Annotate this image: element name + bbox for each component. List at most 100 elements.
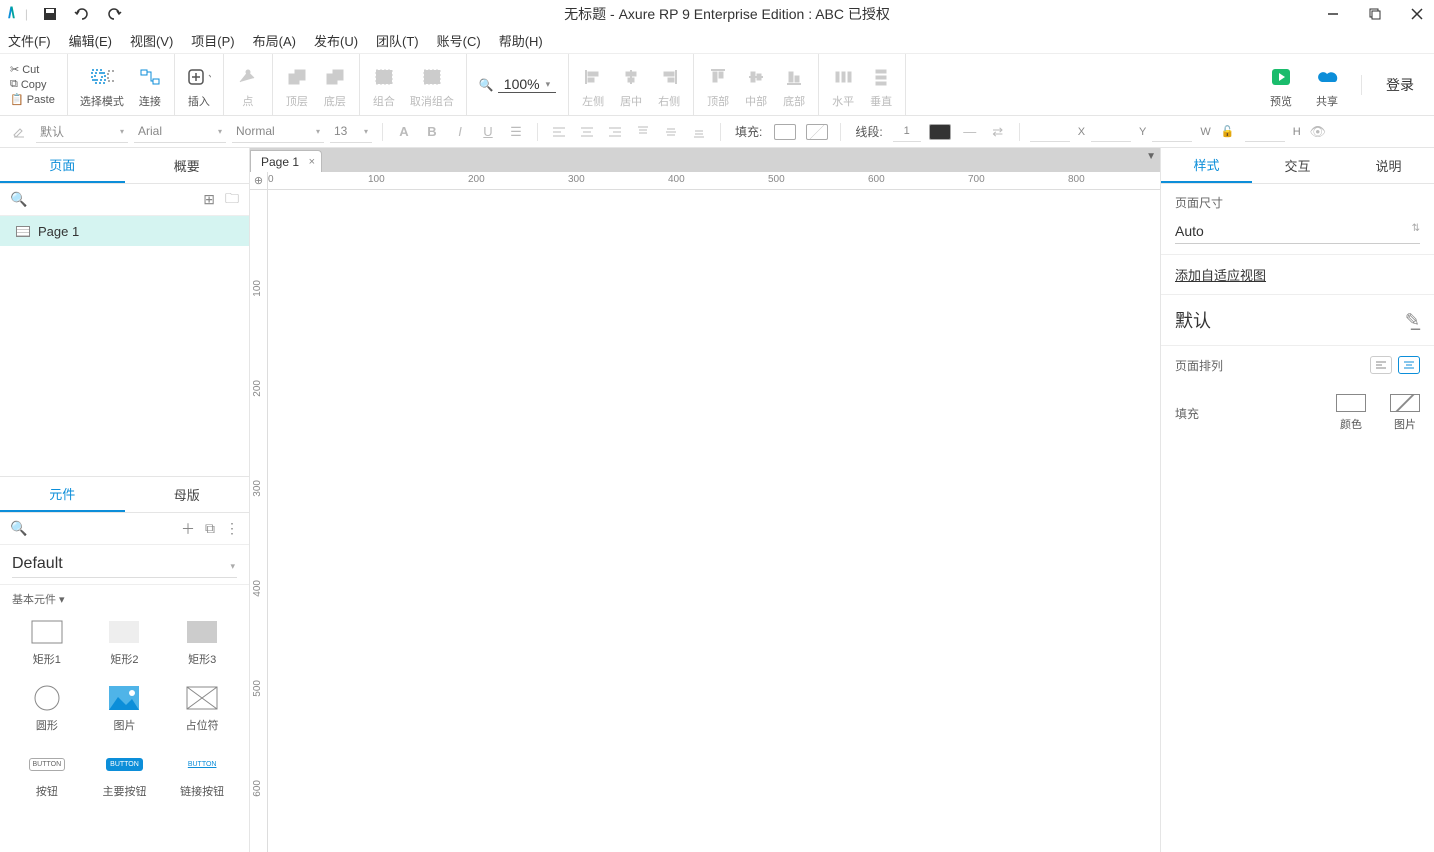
- style-preset-select[interactable]: 默认: [36, 121, 128, 143]
- font-size-select[interactable]: 13: [330, 121, 372, 143]
- font-family-select[interactable]: Arial: [134, 121, 226, 143]
- page-size-select[interactable]: Auto: [1175, 219, 1420, 244]
- widget-rect3[interactable]: 矩形3: [167, 619, 237, 667]
- connect-label: 连接: [139, 93, 161, 109]
- menu-file[interactable]: 文件(F): [8, 31, 51, 50]
- menu-project[interactable]: 项目(P): [191, 31, 234, 50]
- page-item[interactable]: Page 1: [0, 216, 249, 246]
- y-input[interactable]: [1091, 122, 1131, 142]
- tab-notes[interactable]: 说明: [1343, 148, 1434, 183]
- cloud-icon: [1315, 65, 1339, 89]
- close-tab-icon[interactable]: ×: [309, 156, 315, 168]
- align-text-center-icon[interactable]: [576, 121, 598, 143]
- lock-aspect-icon[interactable]: 🔓: [1217, 121, 1239, 143]
- bullets-icon[interactable]: ☰: [505, 121, 527, 143]
- search-icon[interactable]: 🔍: [10, 191, 27, 208]
- menu-view[interactable]: 视图(V): [130, 31, 173, 50]
- edit-style-icon[interactable]: ✎̲: [1405, 310, 1420, 331]
- tab-interactions[interactable]: 交互: [1252, 148, 1343, 183]
- align-center-label: 居中: [620, 93, 642, 109]
- line-style-icon[interactable]: —: [959, 121, 981, 143]
- tab-pages[interactable]: 页面: [0, 148, 125, 183]
- preview-button[interactable]: 预览: [1269, 65, 1293, 109]
- close-icon[interactable]: [1408, 5, 1426, 23]
- more-icon[interactable]: ⋮: [225, 520, 239, 537]
- font-weight-select[interactable]: Normal: [232, 121, 324, 143]
- login-button[interactable]: 登录: [1361, 75, 1414, 95]
- widget-placeholder[interactable]: 占位符: [167, 685, 237, 733]
- canvas-tab[interactable]: Page 1 ×: [250, 150, 322, 172]
- cut-button[interactable]: ✂Cut: [6, 62, 59, 77]
- visibility-icon[interactable]: 👁: [1307, 121, 1329, 143]
- axure-logo-icon: \: [10, 5, 14, 23]
- maximize-icon[interactable]: [1366, 5, 1384, 23]
- italic-icon[interactable]: I: [449, 121, 471, 143]
- w-input[interactable]: [1152, 122, 1192, 142]
- line-color-swatch[interactable]: [929, 124, 951, 140]
- valign-middle-icon[interactable]: [660, 121, 682, 143]
- style-painter-icon[interactable]: [8, 121, 30, 143]
- select-mode-button[interactable]: 选择模式: [80, 65, 124, 109]
- valign-bottom-icon[interactable]: [688, 121, 710, 143]
- minimize-icon[interactable]: [1324, 5, 1342, 23]
- undo-icon[interactable]: [72, 4, 92, 24]
- widget-rect2[interactable]: 矩形2: [90, 619, 160, 667]
- connect-button[interactable]: 连接: [138, 65, 162, 109]
- top-layer-label: 顶层: [286, 93, 308, 109]
- bold-icon[interactable]: B: [421, 121, 443, 143]
- valign-top-icon[interactable]: [632, 121, 654, 143]
- adaptive-views-link[interactable]: 添加自适应视图: [1175, 268, 1266, 283]
- tab-outline[interactable]: 概要: [125, 148, 250, 183]
- tab-masters[interactable]: 母版: [125, 477, 250, 512]
- widget-circle[interactable]: 圆形: [12, 685, 82, 733]
- widget-image[interactable]: 图片: [90, 685, 160, 733]
- fill-image-option[interactable]: 图片: [1390, 394, 1420, 432]
- menu-help[interactable]: 帮助(H): [499, 31, 543, 50]
- widget-primary-button[interactable]: BUTTON主要按钮: [90, 751, 160, 799]
- underline-icon[interactable]: U: [477, 121, 499, 143]
- h-input[interactable]: [1245, 122, 1285, 142]
- menu-account[interactable]: 账号(C): [437, 31, 481, 50]
- share-button[interactable]: 共享: [1315, 65, 1339, 109]
- widget-button[interactable]: BUTTON按钮: [12, 751, 82, 799]
- add-folder-icon[interactable]: 🗀: [225, 188, 239, 212]
- tab-style[interactable]: 样式: [1161, 148, 1252, 183]
- page-align-left-button[interactable]: [1370, 356, 1392, 374]
- canvas-tabs: Page 1 × ▼: [250, 148, 1160, 172]
- library-select[interactable]: Default: [12, 551, 237, 578]
- text-color-icon[interactable]: A: [393, 121, 415, 143]
- select-mode-label: 选择模式: [80, 93, 124, 109]
- menu-edit[interactable]: 编辑(E): [69, 31, 112, 50]
- menu-team[interactable]: 团队(T): [376, 31, 419, 50]
- canvas-dropdown-icon[interactable]: ▼: [1146, 151, 1156, 162]
- line-arrow-icon[interactable]: ⇄: [987, 121, 1009, 143]
- redo-icon[interactable]: [104, 4, 124, 24]
- zoom-control[interactable]: 🔍 100%▾: [467, 54, 569, 115]
- save-icon[interactable]: [40, 4, 60, 24]
- copy-button[interactable]: ⧉Copy: [6, 77, 59, 92]
- fill-image-swatch[interactable]: [806, 124, 828, 140]
- search-icon[interactable]: 🔍: [10, 520, 27, 537]
- align-text-left-icon[interactable]: [548, 121, 570, 143]
- paste-button[interactable]: 📋Paste: [6, 92, 59, 107]
- line-width-input[interactable]: [893, 122, 921, 142]
- tab-widgets[interactable]: 元件: [0, 477, 125, 512]
- align-top-icon: [706, 65, 730, 89]
- insert-button[interactable]: 插入: [187, 65, 211, 109]
- align-text-right-icon[interactable]: [604, 121, 626, 143]
- widget-section-basic[interactable]: 基本元件 ▾: [0, 585, 249, 613]
- add-library-icon[interactable]: ＋: [181, 519, 195, 539]
- h-label: H: [1293, 126, 1301, 138]
- page-align-center-button[interactable]: [1398, 356, 1420, 374]
- library-open-icon[interactable]: ⧉: [205, 520, 215, 537]
- ruler-origin-icon[interactable]: ⊕: [250, 172, 268, 190]
- x-input[interactable]: [1030, 122, 1070, 142]
- fill-color-option[interactable]: 颜色: [1336, 394, 1366, 432]
- menu-publish[interactable]: 发布(U): [314, 31, 358, 50]
- widget-rect1[interactable]: 矩形1: [12, 619, 82, 667]
- add-page-icon[interactable]: ⊞: [203, 191, 215, 208]
- fill-color-swatch[interactable]: [774, 124, 796, 140]
- design-canvas[interactable]: [268, 190, 1160, 852]
- menu-arrange[interactable]: 布局(A): [253, 31, 296, 50]
- widget-link-button[interactable]: BUTTON链接按钮: [167, 751, 237, 799]
